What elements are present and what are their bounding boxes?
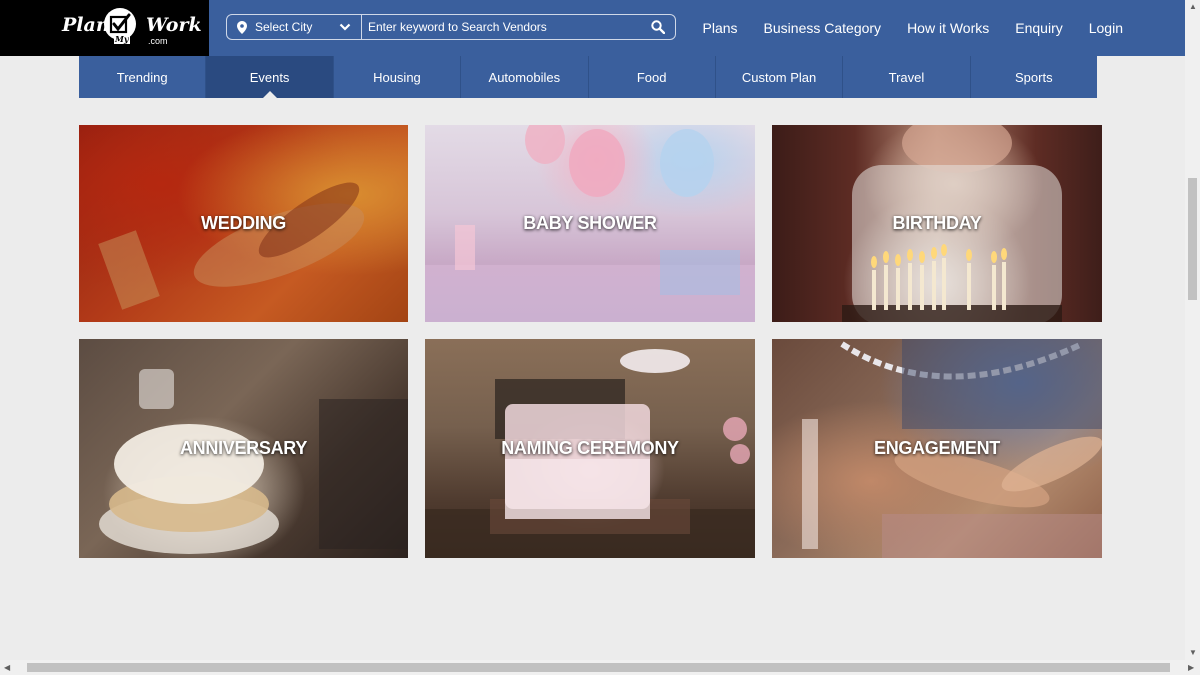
map-pin-icon	[237, 20, 247, 34]
horizontal-scroll-thumb[interactable]	[27, 663, 1170, 672]
card-label: WEDDING	[201, 213, 286, 233]
event-card-anniversary[interactable]: ANNIVERSARY	[79, 339, 408, 558]
event-card-naming-ceremony[interactable]: NAMING CEREMONY	[425, 339, 755, 558]
city-select-label: Select City	[255, 20, 313, 34]
tab-trending[interactable]: Trending	[79, 56, 207, 98]
tab-food[interactable]: Food	[589, 56, 716, 98]
vendor-search-input[interactable]	[362, 14, 675, 40]
event-card-baby-shower[interactable]: BABY SHOWER	[425, 125, 755, 322]
nav-how-it-works[interactable]: How it Works	[907, 20, 989, 36]
event-card-wedding[interactable]: WEDDING	[79, 125, 408, 322]
card-label: NAMING CEREMONY	[501, 438, 679, 458]
event-card-birthday[interactable]: BIRTHDAY	[772, 125, 1102, 322]
logo-word-plan: Plan	[62, 14, 110, 36]
horizontal-scrollbar[interactable]: ◀ ▶	[0, 660, 1200, 675]
top-header: Plan My Work .com Select City Enter keyw…	[0, 0, 1185, 56]
nav-enquiry[interactable]: Enquiry	[1015, 20, 1062, 36]
tab-automobiles[interactable]: Automobiles	[461, 56, 589, 98]
main-nav: Plans Business Category How it Works Enq…	[703, 20, 1123, 36]
category-tabs: Trending Events Housing Automobiles Food…	[79, 56, 1097, 98]
logo-word-my: My	[114, 34, 130, 44]
tab-sports[interactable]: Sports	[971, 56, 1097, 98]
tab-travel[interactable]: Travel	[843, 56, 971, 98]
event-card-engagement[interactable]: ENGAGEMENT	[772, 339, 1102, 558]
tab-events[interactable]: Events	[206, 56, 334, 98]
card-label: BIRTHDAY	[892, 213, 982, 233]
scroll-up-icon[interactable]: ▲	[1189, 2, 1197, 11]
chevron-down-icon	[339, 23, 351, 31]
logo[interactable]: Plan My Work .com	[0, 0, 209, 56]
tab-custom-plan[interactable]: Custom Plan	[716, 56, 844, 98]
scroll-right-icon[interactable]: ▶	[1188, 663, 1194, 672]
card-label: BABY SHOWER	[523, 213, 657, 233]
nav-plans[interactable]: Plans	[703, 20, 738, 36]
vertical-scrollbar[interactable]: ▲ ▼	[1185, 0, 1200, 660]
card-label: ENGAGEMENT	[873, 438, 1000, 458]
city-select[interactable]: Select City	[227, 15, 362, 39]
logo-word-work: Work	[146, 14, 202, 36]
scroll-left-icon[interactable]: ◀	[4, 663, 10, 672]
tab-housing[interactable]: Housing	[334, 56, 462, 98]
vertical-scroll-thumb[interactable]	[1188, 178, 1197, 300]
search-icon[interactable]	[651, 20, 665, 34]
search-bar: Select City	[226, 14, 676, 40]
scroll-down-icon[interactable]: ▼	[1189, 648, 1197, 657]
nav-login[interactable]: Login	[1089, 20, 1123, 36]
card-label: ANNIVERSARY	[179, 438, 308, 458]
logo-dotcom: .com	[148, 36, 168, 46]
nav-business-category[interactable]: Business Category	[764, 20, 882, 36]
